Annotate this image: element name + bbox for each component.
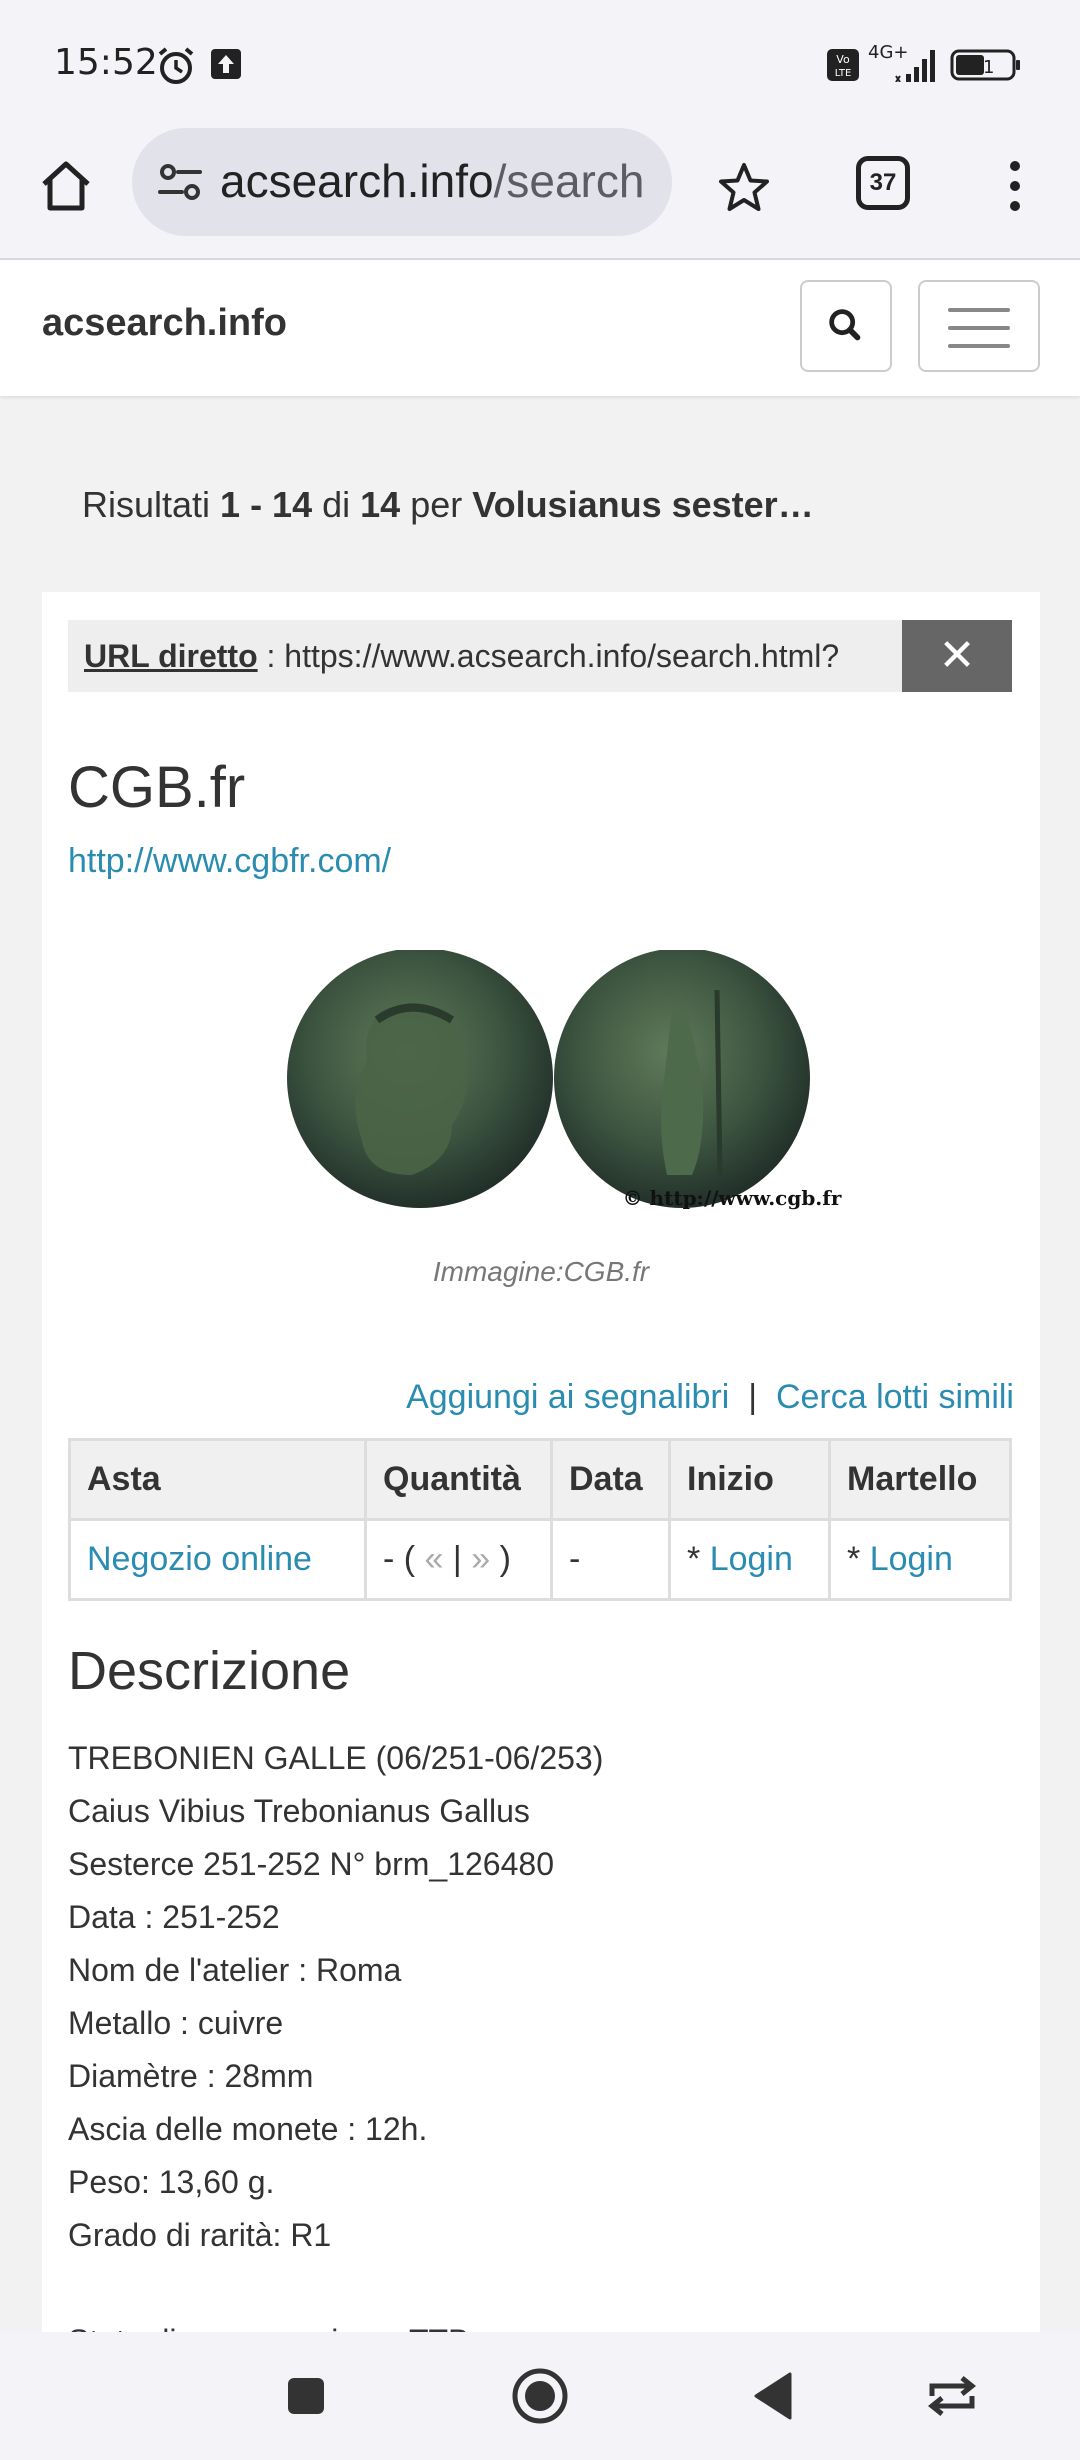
results-range: 1 - 14 [220, 484, 313, 525]
star-icon[interactable] [716, 160, 772, 216]
upload-icon [211, 49, 241, 79]
battery-level: 51 [972, 57, 995, 78]
alarm-icon [158, 47, 194, 84]
url-path: /search [493, 155, 645, 207]
status-time: 15:52 [54, 42, 158, 83]
battery-icon: 51 [950, 49, 1020, 81]
lot-card: URL diretto : https://www.acsearch.info/… [42, 592, 1040, 2359]
seller-link[interactable]: http://www.cgbfr.com/ [68, 842, 391, 881]
site-brand[interactable]: acsearch.info [42, 302, 287, 345]
search-button[interactable] [800, 280, 892, 372]
col-martello: Martello [828, 1438, 1012, 1521]
svg-text:Vo: Vo [836, 53, 850, 66]
cell-martello: * Login [828, 1518, 1012, 1601]
status-bar: 15:52 Vo LTE 4G+ 51 [0, 0, 1080, 128]
description-line [68, 2262, 603, 2315]
description-line: Metallo : cuivre [68, 2005, 284, 2041]
description-line: Data : 251-252 [68, 1899, 280, 1935]
auction-link[interactable]: Negozio online [87, 1540, 312, 1578]
coin-image[interactable]: © http://www.cgb.fr [262, 950, 862, 1240]
direct-url-value: https://www.acsearch.info/search.html? [284, 638, 840, 674]
url-host: acsearch.info [220, 155, 494, 207]
home-circle-icon[interactable] [510, 2366, 570, 2426]
direct-url-label: URL diretto [84, 638, 258, 674]
svg-text:LTE: LTE [835, 68, 852, 79]
site-header: acsearch.info [0, 260, 1080, 396]
description-line: TREBONIEN GALLE (06/251-06/253) [68, 1740, 604, 1776]
description-body: TREBONIEN GALLE (06/251-06/253) Caius Vi… [68, 1732, 603, 2368]
col-data: Data [550, 1438, 671, 1521]
similar-lots-link[interactable]: Cerca lotti simili [776, 1378, 1014, 1416]
tabs-icon[interactable]: 37 [856, 156, 910, 210]
hamburger-bar [948, 308, 1010, 312]
address-bar[interactable]: acsearch.info/search [132, 128, 672, 236]
signal-icon [895, 50, 935, 82]
rotate-icon[interactable] [922, 2366, 982, 2426]
back-triangle-icon[interactable] [744, 2366, 804, 2426]
login-link-start[interactable]: Login [710, 1540, 793, 1578]
cell-asta: Negozio online [68, 1518, 367, 1601]
image-caption: Immagine:CGB.fr [432, 1256, 650, 1287]
results-total: 14 [360, 484, 401, 525]
coin-watermark: © http://www.cgb.fr [623, 1186, 842, 1210]
recents-square-icon[interactable] [276, 2366, 336, 2426]
next-quantity[interactable]: » [471, 1540, 490, 1578]
col-inizio: Inizio [668, 1438, 831, 1521]
bookmark-link[interactable]: Aggiungi ai segnalibri [406, 1378, 729, 1416]
col-quantita: Quantità [364, 1438, 553, 1521]
actions-separator: | [748, 1378, 758, 1416]
home-icon[interactable] [38, 158, 94, 214]
description-line: Ascia delle monete : 12h. [68, 2111, 428, 2147]
description-line: Diamètre : 28mm [68, 2058, 314, 2094]
results-summary: Risultati 1 - 14 di 14 per Volusianus se… [82, 484, 814, 525]
description-line: Caius Vibius Trebonianus Gallus [68, 1793, 530, 1829]
table-header-row: Asta Quantità Data Inizio Martello [68, 1438, 1012, 1521]
direct-url-text[interactable]: URL diretto : https://www.acsearch.info/… [84, 638, 839, 675]
results-query: Volusianus sester… [472, 484, 814, 525]
lot-actions: Aggiungi ai segnalibri | Cerca lotti sim… [406, 1378, 1014, 1417]
cell-inizio: * Login [668, 1518, 831, 1601]
site-info-icon[interactable] [156, 158, 204, 206]
menu-toggle-button[interactable] [918, 280, 1040, 372]
description-line: Peso: 13,60 g. [68, 2164, 275, 2200]
close-button[interactable]: ✕ [902, 620, 1012, 692]
description-line: Grado di rarità: R1 [68, 2217, 332, 2253]
description-title: Descrizione [68, 1641, 351, 1701]
direct-url-box: URL diretto : https://www.acsearch.info/… [68, 620, 1012, 692]
volte-icon: Vo LTE [827, 49, 859, 81]
table-row: Negozio online - ( « | » ) - * Login * L… [68, 1518, 1012, 1601]
browser-toolbar: acsearch.info/search 37 [0, 128, 1080, 260]
prev-quantity[interactable]: « [425, 1540, 444, 1578]
auction-table: Asta Quantità Data Inizio Martello Negoz… [68, 1438, 1012, 1601]
hamburger-bar [948, 344, 1010, 348]
hamburger-bar [948, 326, 1010, 330]
url-text: acsearch.info/search [220, 154, 644, 208]
system-nav-bar [0, 2332, 1080, 2460]
menu-dots-icon[interactable] [1000, 156, 1030, 216]
cell-data: - [550, 1518, 671, 1601]
col-asta: Asta [68, 1438, 367, 1521]
cell-quantita: - ( « | » ) [364, 1518, 553, 1601]
search-icon [829, 309, 861, 341]
description-line: Nom de l'atelier : Roma [68, 1952, 402, 1988]
seller-name: CGB.fr [68, 755, 246, 820]
description-line: Sesterce 251-252 N° brm_126480 [68, 1846, 554, 1882]
login-link-hammer[interactable]: Login [870, 1540, 953, 1578]
